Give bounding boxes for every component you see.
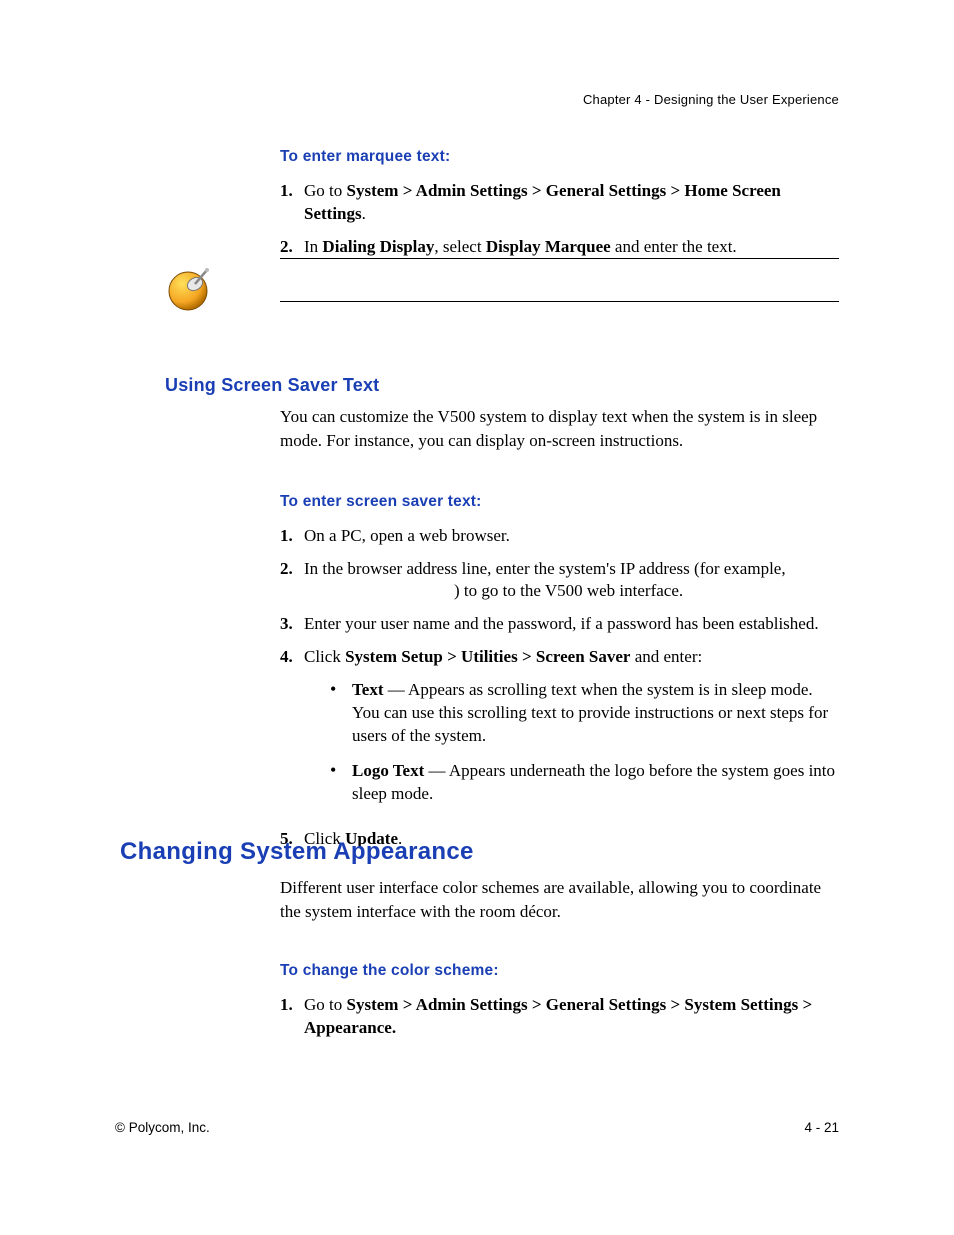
step-text: On a PC, open a web browser. xyxy=(304,525,839,548)
step-text: In the browser address line, enter the s… xyxy=(304,558,839,604)
bullet-icon: • xyxy=(330,760,352,806)
step-number: 2. xyxy=(280,236,304,259)
task-heading-appearance: To change the color scheme: xyxy=(280,962,839,980)
list-item: 2. In Dialing Display, select Display Ma… xyxy=(280,236,839,259)
screensaver-steps: 1. On a PC, open a web browser. 2. In th… xyxy=(280,525,839,851)
list-item: 1. Go to System > Admin Settings > Gener… xyxy=(280,994,839,1040)
appearance-body: Different user interface color schemes a… xyxy=(280,876,839,1049)
list-item: 3. Enter your user name and the password… xyxy=(280,613,839,636)
section-screensaver: Using Screen Saver Text xyxy=(165,375,839,396)
screensaver-body: You can customize the V500 system to dis… xyxy=(280,405,839,861)
running-header: Chapter 4 - Designing the User Experienc… xyxy=(583,92,839,107)
bullet-text: Text — Appears as scrolling text when th… xyxy=(352,679,839,748)
page-footer: © Polycom, Inc. 4 - 21 xyxy=(115,1120,839,1135)
section-marquee: To enter marquee text: 1. Go to System >… xyxy=(280,148,839,269)
paragraph: You can customize the V500 system to dis… xyxy=(280,405,839,453)
footer-copyright: © Polycom, Inc. xyxy=(115,1120,210,1135)
list-item: 2. In the browser address line, enter th… xyxy=(280,558,839,604)
page: Chapter 4 - Designing the User Experienc… xyxy=(0,0,954,1235)
step-text: Go to System > Admin Settings > General … xyxy=(304,994,839,1040)
task-heading-marquee: To enter marquee text: xyxy=(280,148,839,166)
note-block xyxy=(165,258,839,302)
step-text: Click System Setup > Utilities > Screen … xyxy=(304,646,839,818)
step-number: 1. xyxy=(280,525,304,548)
task-heading-screensaver: To enter screen saver text: xyxy=(280,493,839,511)
step-text: Go to System > Admin Settings > General … xyxy=(304,180,839,226)
paragraph: Different user interface color schemes a… xyxy=(280,876,839,924)
list-item: 4. Click System Setup > Utilities > Scre… xyxy=(280,646,839,818)
step-text: In Dialing Display, select Display Marqu… xyxy=(304,236,839,259)
step-number: 4. xyxy=(280,646,304,818)
note-pin-icon xyxy=(165,264,215,314)
marquee-steps: 1. Go to System > Admin Settings > Gener… xyxy=(280,180,839,259)
appearance-steps: 1. Go to System > Admin Settings > Gener… xyxy=(280,994,839,1040)
bullet-icon: • xyxy=(330,679,352,748)
list-item: • Text — Appears as scrolling text when … xyxy=(330,679,839,748)
step-number: 1. xyxy=(280,994,304,1040)
list-item: • Logo Text — Appears underneath the log… xyxy=(330,760,839,806)
section-appearance: Changing System Appearance xyxy=(120,838,839,866)
step-number: 1. xyxy=(280,180,304,226)
bullet-text: Logo Text — Appears underneath the logo … xyxy=(352,760,839,806)
step-number: 3. xyxy=(280,613,304,636)
list-item: 1. On a PC, open a web browser. xyxy=(280,525,839,548)
step-number: 2. xyxy=(280,558,304,604)
list-item: 1. Go to System > Admin Settings > Gener… xyxy=(280,180,839,226)
note-rule-lines xyxy=(280,258,839,302)
heading-appearance: Changing System Appearance xyxy=(120,838,839,866)
subheading-screensaver: Using Screen Saver Text xyxy=(165,375,839,396)
footer-page-number: 4 - 21 xyxy=(804,1120,839,1135)
step-text: Enter your user name and the password, i… xyxy=(304,613,839,636)
screensaver-bullets: • Text — Appears as scrolling text when … xyxy=(330,679,839,806)
